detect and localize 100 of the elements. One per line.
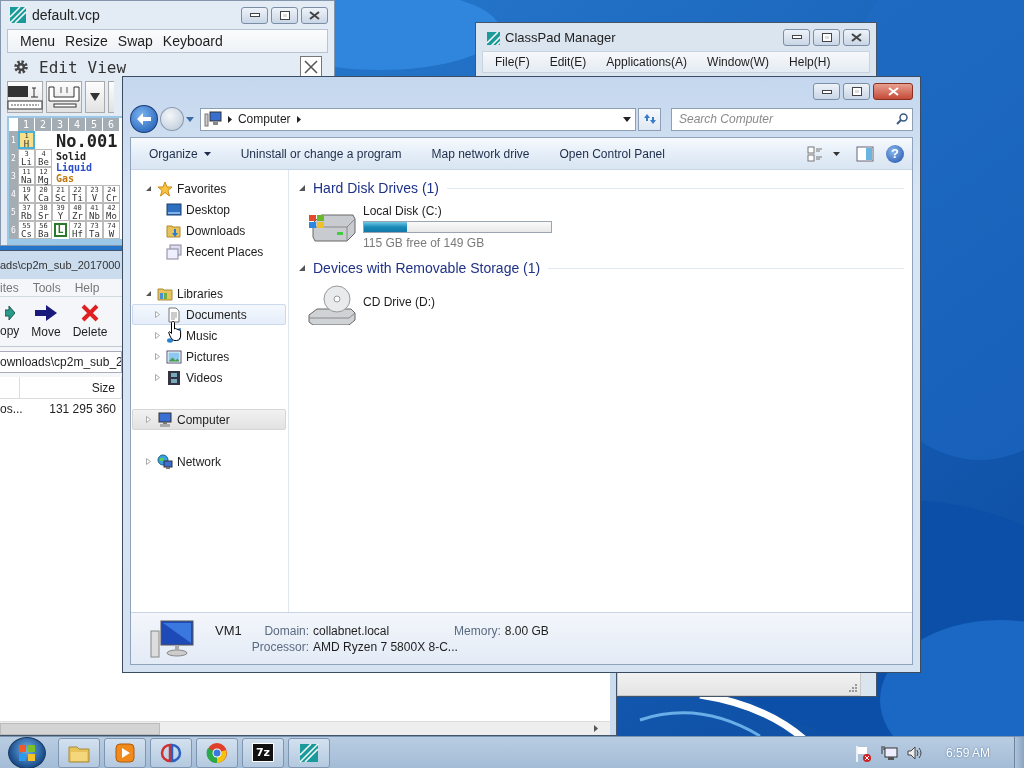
- command-button[interactable]: Map network drive: [423, 143, 538, 164]
- desktop-icon: [166, 201, 182, 218]
- menu-item[interactable]: Edit(E): [549, 55, 587, 69]
- nav-item[interactable]: Favorites: [132, 178, 286, 199]
- nav-item[interactable]: Libraries: [132, 283, 286, 304]
- caret-icon: [833, 151, 840, 156]
- minimize-button[interactable]: [813, 83, 840, 100]
- menu-item[interactable]: File(F): [495, 55, 530, 69]
- taskbar-button[interactable]: [150, 737, 192, 768]
- period-number: 1: [9, 131, 18, 149]
- nav-item[interactable]: Documents: [132, 304, 286, 325]
- close-icon: [304, 60, 318, 74]
- period-number: 2: [9, 149, 18, 167]
- library-folder-icon: [157, 285, 173, 302]
- toolbar-button[interactable]: opy: [0, 305, 20, 338]
- nav-item[interactable]: Downloads: [132, 220, 286, 241]
- collapsed-arrow-icon: [145, 458, 152, 465]
- phase-label: Gas: [56, 173, 75, 184]
- tray-icon-button[interactable]: [879, 743, 898, 762]
- scrollbar[interactable]: [0, 721, 610, 735]
- menu-item[interactable]: Menu: [20, 33, 56, 49]
- nav-item[interactable]: Network: [132, 451, 286, 472]
- menu-item[interactable]: Tools: [32, 280, 61, 295]
- back-button[interactable]: [130, 105, 158, 133]
- breadcrumb-item[interactable]: Computer: [237, 110, 291, 128]
- phase-label: Liquid: [56, 162, 94, 173]
- nav-item[interactable]: Pictures: [132, 346, 286, 367]
- group-number: 1: [18, 118, 35, 131]
- taskbar-button[interactable]: [104, 737, 146, 768]
- media-player-icon: [113, 740, 137, 765]
- collapsed-arrow-icon: [154, 311, 161, 318]
- app-logo-icon: [9, 6, 27, 24]
- dropdown-button[interactable]: [85, 81, 105, 113]
- nav-item[interactable]: Computer: [132, 409, 286, 430]
- menu-item[interactable]: Help: [74, 280, 100, 295]
- windows-logo-icon: [18, 743, 36, 762]
- menu-item[interactable]: View: [87, 57, 127, 77]
- film-strip-icon: [166, 369, 182, 386]
- computer-icon: [149, 618, 197, 659]
- search-field[interactable]: Search Computer: [671, 107, 913, 131]
- command-button[interactable]: Organize: [141, 143, 219, 164]
- monitor-icon: [203, 111, 222, 127]
- landscape-image-icon: [166, 348, 182, 365]
- minimize-button[interactable]: [783, 28, 810, 46]
- menu-item[interactable]: Resize: [65, 33, 108, 49]
- nav-item[interactable]: Desktop: [132, 199, 286, 220]
- group-header[interactable]: Devices with Removable Storage (1): [313, 260, 541, 276]
- cross-icon: [81, 304, 100, 322]
- scroll-right-icon: [594, 725, 598, 732]
- start-button[interactable]: [8, 736, 46, 768]
- address-bar[interactable]: Computer: [199, 107, 637, 131]
- period-number: 3: [9, 167, 18, 185]
- nav-item[interactable]: Recent Places: [132, 241, 286, 262]
- preview-pane-icon: [856, 145, 874, 162]
- taskbar-button[interactable]: [196, 737, 238, 768]
- element-card-icon: [7, 84, 43, 110]
- toolbar-button[interactable]: Delete: [72, 304, 108, 339]
- taskbar-button[interactable]: [288, 737, 330, 768]
- resize-grip-icon: [848, 683, 857, 692]
- menu-item[interactable]: Applications(A): [606, 55, 688, 69]
- maximize-button[interactable]: [843, 83, 870, 100]
- element-heading: No.001: [56, 131, 119, 151]
- minimize-icon: [791, 35, 802, 39]
- tray-icon-button[interactable]: [853, 743, 872, 762]
- expanded-arrow-icon: [145, 290, 152, 297]
- close-button[interactable]: [301, 6, 328, 24]
- chevron-icon: [296, 115, 301, 123]
- menu-item[interactable]: Help(H): [789, 55, 831, 69]
- monitor-icon: [157, 411, 173, 428]
- menu-item[interactable]: ites: [0, 280, 19, 295]
- minimize-icon: [821, 89, 832, 94]
- group-number: 2: [35, 118, 52, 131]
- refresh-icon: [642, 113, 657, 125]
- menu-item[interactable]: Keyboard: [162, 33, 223, 49]
- menu-item[interactable]: Edit: [39, 57, 78, 77]
- close-icon: [851, 32, 862, 42]
- maximize-button[interactable]: [271, 6, 298, 24]
- drive-name[interactable]: CD Drive (D:): [363, 295, 435, 309]
- toolbar-button[interactable]: Move: [31, 304, 61, 339]
- taskbar-button[interactable]: 7z: [242, 737, 284, 768]
- command-button[interactable]: Open Control Panel: [551, 143, 673, 164]
- drive-name[interactable]: Local Disk (C:): [363, 204, 552, 218]
- nav-item[interactable]: Videos: [132, 367, 286, 388]
- close-button[interactable]: [873, 83, 913, 100]
- close-button[interactable]: [300, 56, 322, 78]
- group-header[interactable]: Hard Disk Drives (1): [313, 180, 439, 196]
- restore-icon: [279, 10, 290, 20]
- menu-item[interactable]: Swap: [117, 33, 153, 49]
- flag-icon: [853, 743, 872, 762]
- detail-label: Memory:: [454, 624, 501, 638]
- refresh-button[interactable]: [638, 107, 661, 131]
- minimize-button[interactable]: [241, 6, 268, 24]
- element-cell[interactable]: L: [54, 223, 67, 237]
- close-button[interactable]: [843, 28, 870, 46]
- element-view-button[interactable]: [7, 81, 43, 113]
- menu-item[interactable]: Window(W): [707, 55, 770, 69]
- globe-monitor-icon: [157, 453, 173, 470]
- command-button[interactable]: Uninstall or change a program: [232, 143, 410, 164]
- maximize-button[interactable]: [813, 28, 840, 46]
- collapse-arrow-icon: [299, 265, 305, 271]
